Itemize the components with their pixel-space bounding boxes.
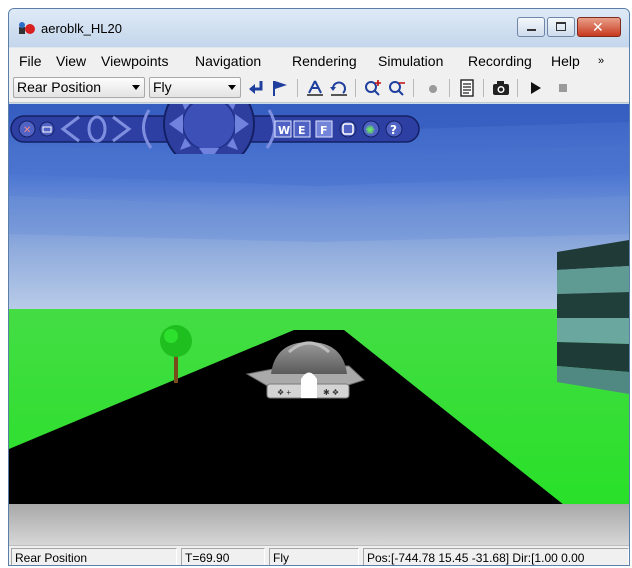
status-bar: Rear Position T=69.90 Fly Pos:[-744.78 1… — [9, 545, 629, 565]
viewpoint-select-value: Rear Position — [17, 79, 102, 95]
menu-rendering[interactable]: Rendering — [292, 53, 357, 69]
navigation-mode-select[interactable]: Fly — [149, 77, 241, 98]
window-title: aeroblk_HL20 — [41, 21, 122, 36]
stop-icon[interactable] — [553, 78, 573, 98]
toolbar: Rear Position Fly — [9, 73, 629, 103]
menu-file[interactable]: File — [19, 53, 42, 69]
close-icon: ✕ — [23, 125, 31, 136]
minimize-icon — [527, 29, 536, 31]
nav-minimize-button[interactable] — [39, 121, 55, 137]
nav-close-button[interactable]: ✕ — [18, 120, 36, 138]
tree-foliage-shade — [164, 329, 178, 343]
scene-viewport[interactable]: ❖ + ✱ ❖ ✕ W E F ✺ ? — [9, 104, 629, 546]
toolbar-separator — [355, 79, 356, 97]
nav-straighten-button[interactable] — [339, 120, 357, 138]
maximize-button[interactable] — [547, 17, 575, 37]
title-bar[interactable]: aeroblk_HL20 ✕ — [9, 9, 629, 47]
nav-examine-label: E — [298, 124, 306, 137]
toolbar-separator — [413, 79, 414, 97]
menu-help[interactable]: Help — [551, 53, 580, 69]
status-position: Pos:[-744.78 15.45 -31.68] Dir:[1.00 0.0… — [363, 548, 629, 565]
nav-joystick[interactable] — [163, 104, 255, 154]
ground-floor-strip — [9, 504, 629, 546]
play-icon[interactable] — [525, 78, 545, 98]
svg-text:❖ +: ❖ + — [277, 388, 291, 397]
navigation-panel: ✕ W E F ✺ ? — [10, 104, 420, 154]
nav-help-button[interactable]: ? — [385, 120, 403, 138]
nav-wireframe-button[interactable]: W — [274, 120, 292, 138]
headlight-icon: ✺ — [365, 123, 375, 137]
close-icon: ✕ — [592, 19, 604, 35]
nav-fly-button[interactable]: F — [315, 120, 333, 138]
vr-app-icon — [19, 22, 35, 34]
nav-help-label: ? — [390, 123, 397, 137]
record-icon[interactable] — [423, 78, 443, 98]
svg-text:✱ ❖: ✱ ❖ — [323, 388, 339, 397]
menu-overflow-icon[interactable]: » — [598, 55, 604, 67]
viewpoint-select[interactable]: Rear Position — [13, 77, 145, 98]
scene-canvas[interactable]: ❖ + ✱ ❖ — [9, 104, 629, 546]
status-viewpoint: Rear Position — [11, 548, 177, 565]
zoom-out-icon[interactable] — [387, 78, 407, 98]
straighten-icon[interactable] — [305, 78, 325, 98]
toolbar-separator — [449, 79, 450, 97]
zoom-in-icon[interactable] — [363, 78, 383, 98]
minimize-button[interactable] — [517, 17, 545, 37]
tower — [557, 240, 629, 394]
menu-bar: File View Viewpoints Navigation Renderin… — [9, 47, 629, 73]
status-nav-mode: Fly — [269, 548, 359, 565]
maximize-icon — [556, 22, 566, 31]
close-button[interactable]: ✕ — [577, 17, 621, 37]
edit-icon[interactable] — [457, 78, 477, 98]
menu-navigation[interactable]: Navigation — [195, 53, 261, 69]
snapshot-icon[interactable] — [491, 78, 511, 98]
menu-view[interactable]: View — [56, 53, 86, 69]
toolbar-separator — [483, 79, 484, 97]
chevron-down-icon — [132, 85, 140, 90]
nav-fly-label: F — [320, 124, 328, 137]
return-arrow-icon[interactable] — [247, 78, 267, 98]
tree-foliage — [160, 325, 192, 357]
flag-icon[interactable] — [270, 78, 290, 98]
nav-headlight-button[interactable]: ✺ — [362, 120, 380, 138]
undo-move-icon[interactable] — [329, 78, 349, 98]
toolbar-separator — [297, 79, 298, 97]
menu-simulation[interactable]: Simulation — [378, 53, 443, 69]
nav-examine-button[interactable]: E — [293, 120, 311, 138]
chevron-down-icon — [228, 85, 236, 90]
menu-viewpoints[interactable]: Viewpoints — [101, 53, 168, 69]
toolbar-separator — [517, 79, 518, 97]
nav-wireframe-label: W — [278, 124, 290, 137]
navigation-mode-value: Fly — [153, 79, 172, 95]
status-time: T=69.90 — [181, 548, 265, 565]
menu-recording[interactable]: Recording — [468, 53, 532, 69]
app-window: aeroblk_HL20 ✕ File View Viewpoints Navi… — [8, 8, 630, 566]
